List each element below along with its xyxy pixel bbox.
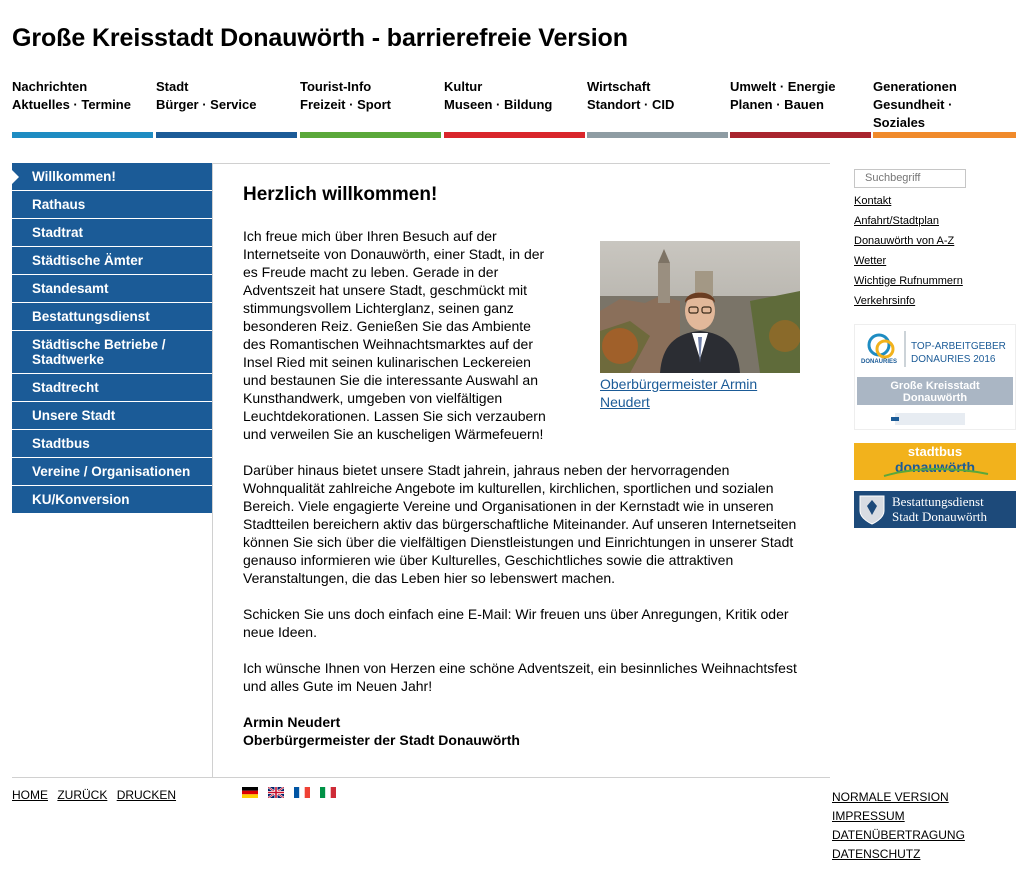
- topnav-wirtschaft[interactable]: Wirtschaft Standort · CID: [587, 78, 728, 138]
- bestattungsdienst-banner-line2: Stadt Donauwörth: [892, 508, 987, 524]
- topnav-line: Museen · Bildung: [444, 97, 553, 112]
- footer-right-links: NORMALE VERSION IMPRESSUM DATENÜBERTRAGU…: [832, 788, 965, 864]
- topnav-line: Generationen: [873, 79, 957, 94]
- footer-impressum-link[interactable]: IMPRESSUM: [832, 807, 965, 826]
- sidebar-item-ku-konversion[interactable]: KU/Konversion: [12, 486, 212, 513]
- city-crest-icon: [859, 495, 885, 525]
- mayor-photo-caption-link[interactable]: Oberbürgermeister Armin Neudert: [600, 375, 800, 411]
- signature-name: Armin Neudert: [243, 714, 341, 730]
- banner-ta-logo-text: DONAURIES: [861, 358, 898, 365]
- footer-datenuebertragung-link[interactable]: DATENÜBERTRAGUNG: [832, 826, 965, 845]
- footer-home-link[interactable]: HOME: [12, 788, 48, 802]
- topnav-line: Soziales: [873, 115, 926, 130]
- link-donauwoerth-a-z[interactable]: Donauwörth von A-Z: [854, 231, 1016, 251]
- gb-flag-icon[interactable]: [268, 787, 284, 798]
- topnav-line: Wirtschaft: [587, 79, 651, 94]
- topnav-line: Nachrichten: [12, 79, 88, 94]
- topnav-color-bar: [873, 132, 1016, 138]
- topnav-color-bar: [444, 132, 585, 138]
- sidebar-item-stadtbus[interactable]: Stadtbus: [12, 430, 212, 457]
- banner-ta-city1: Große Kreisstadt: [890, 379, 980, 392]
- topnav-line: Umwelt · Energie: [730, 79, 836, 94]
- de-flag-icon[interactable]: [242, 787, 258, 798]
- content-top-divider: [212, 163, 830, 164]
- topnav-line: Tourist-Info: [300, 79, 372, 94]
- signature-title: Oberbürgermeister der Stadt Donauwörth: [243, 732, 520, 748]
- top-arbeitgeber-banner[interactable]: DONAURIES TOP-ARBEITGEBER DONAURIES 2016…: [854, 323, 1016, 430]
- footer-print-link[interactable]: DRUCKEN: [117, 788, 176, 802]
- mayor-photo-box: Oberbürgermeister Armin Neudert: [600, 241, 800, 411]
- sidebar-item-stadtrat[interactable]: Stadtrat: [12, 219, 212, 246]
- topnav-color-bar: [300, 132, 441, 138]
- topnav-nachrichten[interactable]: Nachrichten Aktuelles · Termine: [12, 78, 153, 138]
- sidebar-item-willkommen[interactable]: Willkommen!: [12, 163, 212, 190]
- banner-ta-city2: Donauwörth: [902, 391, 968, 404]
- site-title: Große Kreisstadt Donauwörth - barrierefr…: [12, 24, 628, 52]
- right-column: Kontakt Anfahrt/Stadtplan Donauwörth von…: [854, 168, 1016, 528]
- footer-divider: [12, 777, 830, 778]
- stadtbus-swoosh-icon: [883, 467, 989, 477]
- sidebar-item-staedtische-aemter[interactable]: Städtische Ämter: [12, 247, 212, 274]
- sidebar-item-standesamt[interactable]: Standesamt: [12, 275, 212, 302]
- footer-back-link[interactable]: ZURÜCK: [57, 788, 107, 802]
- sidebar-item-vereine[interactable]: Vereine / Organisationen: [12, 458, 212, 485]
- quick-links: Kontakt Anfahrt/Stadtplan Donauwörth von…: [854, 191, 1016, 311]
- fr-flag-icon[interactable]: [294, 787, 310, 798]
- topnav-stadt[interactable]: Stadt Bürger · Service: [156, 78, 297, 138]
- link-wichtige-rufnummern[interactable]: Wichtige Rufnummern: [854, 271, 1016, 291]
- page-heading: Herzlich willkommen!: [243, 184, 438, 205]
- footer-left-links: HOME ZURÜCK DRUCKEN: [12, 788, 182, 802]
- link-kontakt[interactable]: Kontakt: [854, 191, 1016, 211]
- sidebar-item-rathaus[interactable]: Rathaus: [12, 191, 212, 218]
- topnav-color-bar: [156, 132, 297, 138]
- topnav-line: Planen · Bauen: [730, 97, 824, 112]
- mayor-photo-image: [600, 241, 800, 373]
- topnav-color-bar: [12, 132, 153, 138]
- topnav-line: Standort · CID: [587, 97, 675, 112]
- bestattungsdienst-banner-line1: Bestattungsdienst: [892, 493, 984, 509]
- topnav-color-bar: [730, 132, 871, 138]
- topnav-line: Bürger · Service: [156, 97, 257, 112]
- banner-ta-line2: DONAURIES 2016: [911, 353, 996, 365]
- sidebar-item-staedtische-betriebe[interactable]: Städtische Betriebe / Stadtwerke: [12, 331, 212, 373]
- mayor-photo: [600, 241, 800, 373]
- topnav-tourist-info[interactable]: Tourist-Info Freizeit · Sport: [300, 78, 441, 138]
- link-wetter[interactable]: Wetter: [854, 251, 1016, 271]
- sidebar-item-unsere-stadt[interactable]: Unsere Stadt: [12, 402, 212, 429]
- sidebar-item-bestattungsdienst[interactable]: Bestattungsdienst: [12, 303, 212, 330]
- banner-ta-line1: TOP-ARBEITGEBER: [911, 340, 1006, 352]
- stadtbus-banner[interactable]: stadtbus donauwörth: [854, 442, 1016, 480]
- sidebar-divider: [212, 163, 213, 777]
- sidebar: Willkommen! Rathaus Stadtrat Städtische …: [12, 163, 212, 514]
- body-paragraph: Darüber hinaus bietet unsere Stadt jahre…: [243, 462, 797, 586]
- topnav-umwelt[interactable]: Umwelt · Energie Planen · Bauen: [730, 78, 871, 138]
- topnav-line: Kultur: [444, 79, 483, 94]
- welcome-paragraph: Ich freue mich über Ihren Besuch auf der…: [243, 228, 546, 442]
- topnav-generationen[interactable]: Generationen Gesundheit · Soziales: [873, 78, 1016, 138]
- topnav-kultur[interactable]: Kultur Museen · Bildung: [444, 78, 585, 138]
- search-input[interactable]: [854, 168, 966, 188]
- topnav-line: Stadt: [156, 79, 189, 94]
- email-paragraph: Schicken Sie uns doch einfach eine E-Mai…: [243, 606, 789, 640]
- wishes-paragraph: Ich wünsche Ihnen von Herzen eine schöne…: [243, 660, 797, 694]
- footer-datenschutz-link[interactable]: DATENSCHUTZ: [832, 845, 965, 864]
- link-verkehrsinfo[interactable]: Verkehrsinfo: [854, 291, 1016, 311]
- topnav-line: Aktuelles · Termine: [12, 97, 131, 112]
- top-navigation: Nachrichten Aktuelles · Termine Stadt Bü…: [12, 78, 1016, 140]
- bestattungsdienst-banner[interactable]: Bestattungsdienst Stadt Donauwörth: [854, 490, 1016, 528]
- footer-normal-version-link[interactable]: NORMALE VERSION: [832, 788, 965, 807]
- topnav-line: Freizeit · Sport: [300, 97, 392, 112]
- sidebar-item-stadtrecht[interactable]: Stadtrecht: [12, 374, 212, 401]
- link-anfahrt-stadtplan[interactable]: Anfahrt/Stadtplan: [854, 211, 1016, 231]
- topnav-line: Gesundheit ·: [873, 97, 953, 112]
- topnav-color-bar: [587, 132, 728, 138]
- it-flag-icon[interactable]: [320, 787, 336, 798]
